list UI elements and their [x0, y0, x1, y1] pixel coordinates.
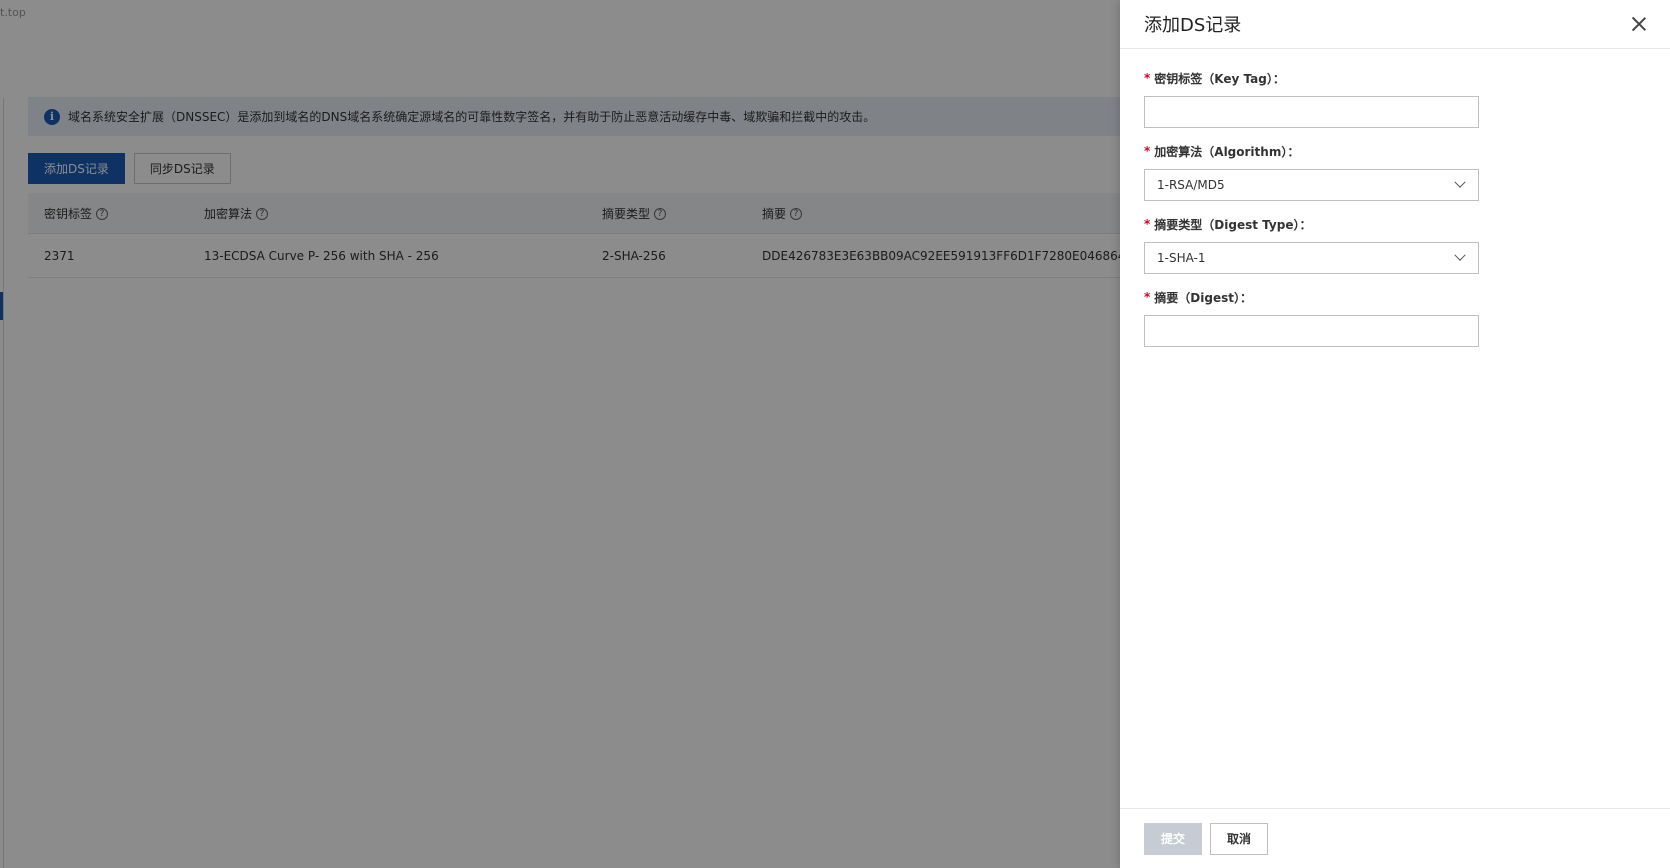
required-mark: * — [1144, 71, 1151, 85]
digest-type-selected-value: 1-SHA-1 — [1157, 251, 1206, 265]
field-digest-type: * 摘要类型（Digest Type）： 1-SHA-1 — [1144, 215, 1646, 274]
key-tag-label: 密钥标签（Key Tag）： — [1154, 71, 1285, 86]
algorithm-selected-value: 1-RSA/MD5 — [1157, 178, 1225, 192]
required-mark: * — [1144, 144, 1151, 158]
chevron-down-icon — [1454, 249, 1466, 261]
cancel-button[interactable]: 取消 — [1210, 822, 1269, 855]
required-mark: * — [1144, 217, 1151, 231]
drawer-footer: 提交 取消 — [1120, 808, 1670, 868]
drawer-title: 添加DS记录 — [1144, 15, 1242, 36]
ds-record-form: * 密钥标签（Key Tag）： * 加密算法（Algorithm）： 1-RS… — [1120, 49, 1670, 347]
algorithm-label: 加密算法（Algorithm）： — [1154, 144, 1300, 159]
field-algorithm: * 加密算法（Algorithm）： 1-RSA/MD5 — [1144, 142, 1646, 201]
required-mark: * — [1144, 290, 1151, 304]
chevron-down-icon — [1454, 176, 1466, 188]
algorithm-select[interactable]: 1-RSA/MD5 — [1144, 169, 1479, 201]
add-ds-record-drawer: 添加DS记录 * 密钥标签（Key Tag）： * 加密算法（Algorithm… — [1120, 0, 1670, 868]
digest-label: 摘要（Digest）： — [1154, 290, 1252, 305]
drawer-header: 添加DS记录 — [1120, 0, 1670, 49]
field-digest: * 摘要（Digest）： — [1144, 288, 1646, 347]
close-icon[interactable] — [1632, 17, 1646, 31]
field-key-tag: * 密钥标签（Key Tag）： — [1144, 69, 1646, 128]
digest-type-select[interactable]: 1-SHA-1 — [1144, 242, 1479, 274]
digest-type-label: 摘要类型（Digest Type）： — [1154, 217, 1312, 232]
submit-button[interactable]: 提交 — [1144, 822, 1203, 855]
key-tag-input[interactable] — [1144, 96, 1479, 128]
digest-input[interactable] — [1144, 315, 1479, 347]
